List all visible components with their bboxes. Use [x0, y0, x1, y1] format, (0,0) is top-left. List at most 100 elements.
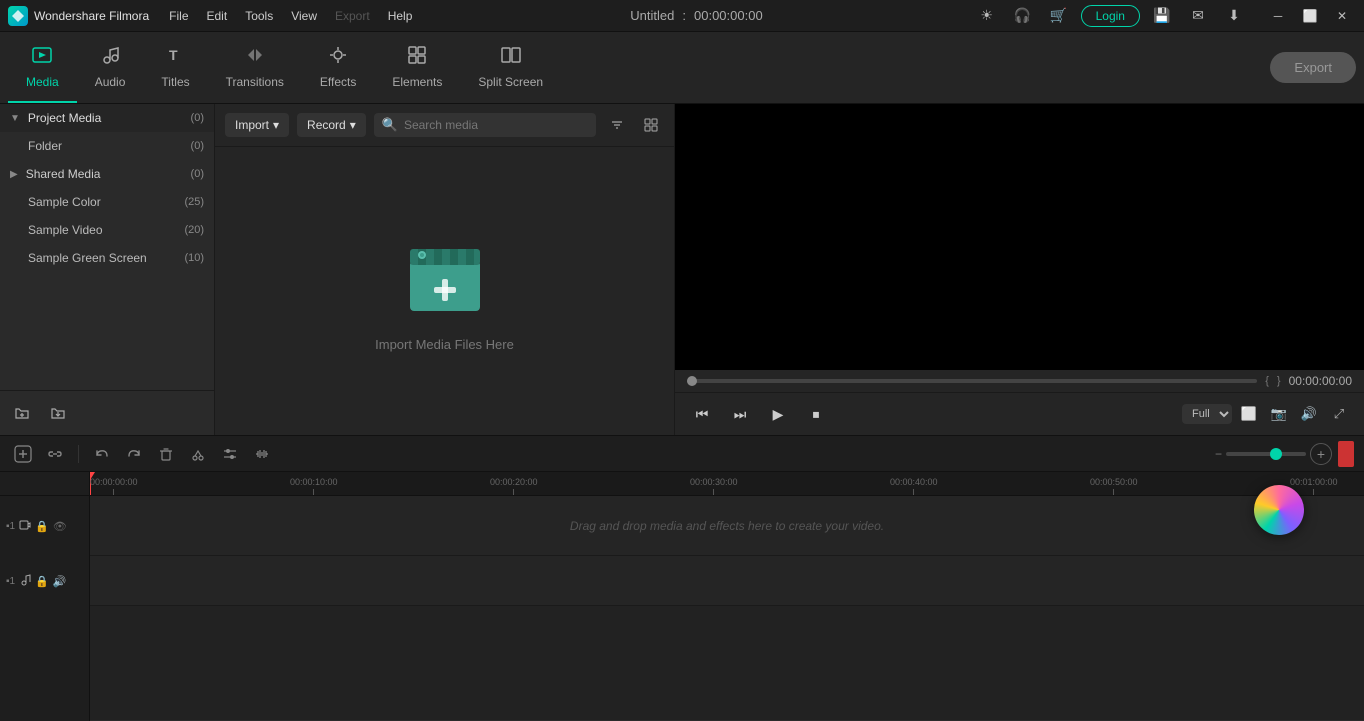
- fullscreen-preview-button[interactable]: ⬜: [1236, 401, 1262, 427]
- splitscreen-tab-icon: [500, 44, 522, 71]
- timeline-tracks-header: ▪1 🔒 👁 ▪1: [0, 472, 90, 721]
- zoom-track[interactable]: [1226, 452, 1306, 456]
- panel-footer: [0, 390, 214, 435]
- project-media-header[interactable]: ▼ Project Media (0): [0, 104, 214, 132]
- zoom-thumb[interactable]: [1270, 448, 1282, 460]
- tab-effects[interactable]: Effects: [302, 32, 374, 103]
- adjust-button[interactable]: [217, 441, 243, 467]
- transitions-tab-icon: [244, 44, 266, 71]
- logo-icon: [8, 6, 28, 26]
- expand-button[interactable]: ⤢: [1326, 401, 1352, 427]
- video-track-row: Drag and drop media and effects here to …: [90, 496, 1364, 556]
- zoom-out-icon[interactable]: −: [1215, 447, 1222, 461]
- grid-view-button[interactable]: [638, 112, 664, 138]
- tab-effects-label: Effects: [320, 75, 356, 89]
- close-button[interactable]: ✕: [1328, 2, 1356, 30]
- tab-audio[interactable]: Audio: [77, 32, 144, 103]
- toolbar-tabs: Media Audio T Titles: [8, 32, 1270, 103]
- screenshot-button[interactable]: 📷: [1266, 401, 1292, 427]
- maximize-button[interactable]: ⬜: [1296, 2, 1324, 30]
- progress-bar[interactable]: [687, 379, 1257, 383]
- notification-icon[interactable]: ✉: [1184, 2, 1212, 30]
- sample-color-item[interactable]: Sample Color (25): [0, 188, 214, 216]
- menu-help[interactable]: Help: [380, 5, 421, 27]
- import-button[interactable]: Import ▾: [225, 113, 289, 137]
- save-icon[interactable]: 💾: [1148, 2, 1176, 30]
- download-icon[interactable]: ⬇: [1220, 2, 1248, 30]
- tab-titles[interactable]: T Titles: [143, 32, 207, 103]
- ruler-tick-0: 00:00:00:00: [90, 477, 138, 495]
- brightness-icon[interactable]: ☀: [973, 2, 1001, 30]
- video-track-icon: [19, 519, 31, 534]
- add-to-timeline-button[interactable]: [10, 441, 36, 467]
- window-controls: ─ ⬜ ✕: [1264, 2, 1356, 30]
- new-folder-button[interactable]: [8, 399, 36, 427]
- record-button[interactable]: Record ▾: [297, 113, 366, 137]
- folder-item[interactable]: Folder (0): [0, 132, 214, 160]
- media-drop-area[interactable]: Import Media Files Here: [215, 147, 674, 435]
- video-track-body[interactable]: Drag and drop media and effects here to …: [90, 496, 1364, 555]
- svg-text:T: T: [169, 47, 178, 63]
- menu-file[interactable]: File: [161, 5, 196, 27]
- tab-splitscreen-label: Split Screen: [478, 75, 543, 89]
- audio-track-volume[interactable]: 🔊: [53, 575, 67, 588]
- menu-edit[interactable]: Edit: [199, 5, 236, 27]
- headset-icon[interactable]: 🎧: [1009, 2, 1037, 30]
- import-folder-button[interactable]: [44, 399, 72, 427]
- title-separator: :: [682, 8, 686, 23]
- link-tracks-button[interactable]: [42, 441, 68, 467]
- timeline-indicator: [1338, 441, 1354, 467]
- tab-elements-label: Elements: [392, 75, 442, 89]
- tab-splitscreen[interactable]: Split Screen: [460, 32, 561, 103]
- stop-button[interactable]: ⏹: [801, 399, 831, 429]
- menu-view[interactable]: View: [283, 5, 325, 27]
- export-button[interactable]: Export: [1270, 52, 1356, 83]
- project-media-label: Project Media: [28, 111, 101, 125]
- delete-button[interactable]: [153, 441, 179, 467]
- minimize-button[interactable]: ─: [1264, 2, 1292, 30]
- progress-handle[interactable]: [687, 376, 697, 386]
- shared-media-item[interactable]: ▶ Shared Media (0): [0, 160, 214, 188]
- cart-icon[interactable]: 🛒: [1045, 2, 1073, 30]
- undo-button[interactable]: [89, 441, 115, 467]
- search-input[interactable]: [404, 118, 588, 132]
- volume-button[interactable]: 🔊: [1296, 401, 1322, 427]
- login-button[interactable]: Login: [1081, 5, 1140, 27]
- menu-tools[interactable]: Tools: [237, 5, 281, 27]
- title-bar-right: ☀ 🎧 🛒 Login 💾 ✉ ⬇ ─ ⬜ ✕: [973, 2, 1356, 30]
- media-toolbar: Import ▾ Record ▾ 🔍: [215, 104, 674, 147]
- quality-select[interactable]: Full 1/2 1/4: [1182, 404, 1232, 424]
- video-track-visibility[interactable]: 👁: [53, 520, 67, 533]
- record-dropdown-icon: ▾: [350, 118, 356, 132]
- sample-green-screen-item[interactable]: Sample Green Screen (10): [0, 244, 214, 272]
- tab-transitions[interactable]: Transitions: [208, 32, 302, 103]
- audio-stretch-button[interactable]: [249, 441, 275, 467]
- timeline-toolbar: − +: [0, 436, 1364, 472]
- menu-export[interactable]: Export: [327, 5, 378, 27]
- sample-video-item[interactable]: Sample Video (20): [0, 216, 214, 244]
- tab-media[interactable]: Media: [8, 32, 77, 103]
- frame-back-button[interactable]: ⏭: [725, 399, 755, 429]
- media-panel: Import ▾ Record ▾ 🔍: [215, 104, 675, 435]
- project-media-count: (0): [191, 112, 204, 124]
- filter-button[interactable]: [604, 112, 630, 138]
- timeline-ruler: 00:00:00:00 00:00:10:00 00:00:20:00 00:0…: [90, 472, 1364, 496]
- video-track-num: ▪1: [6, 521, 15, 532]
- video-track-header: ▪1 🔒 👁: [0, 496, 90, 556]
- audio-track-row: [90, 556, 1364, 606]
- step-back-button[interactable]: ⏮: [687, 399, 717, 429]
- tab-media-label: Media: [26, 75, 59, 89]
- audio-track-body[interactable]: [90, 556, 1364, 605]
- media-tab-icon: [31, 44, 53, 71]
- shared-media-chevron: ▶: [10, 169, 18, 180]
- zoom-in-button[interactable]: +: [1310, 443, 1332, 465]
- time-end: }: [1277, 375, 1281, 387]
- cut-button[interactable]: [185, 441, 211, 467]
- elements-tab-icon: [406, 44, 428, 71]
- audio-track-lock[interactable]: 🔒: [35, 575, 49, 588]
- video-track-lock[interactable]: 🔒: [35, 520, 49, 533]
- play-button[interactable]: ▶: [763, 399, 793, 429]
- redo-button[interactable]: [121, 441, 147, 467]
- zoom-slider[interactable]: − +: [1215, 443, 1332, 465]
- tab-elements[interactable]: Elements: [374, 32, 460, 103]
